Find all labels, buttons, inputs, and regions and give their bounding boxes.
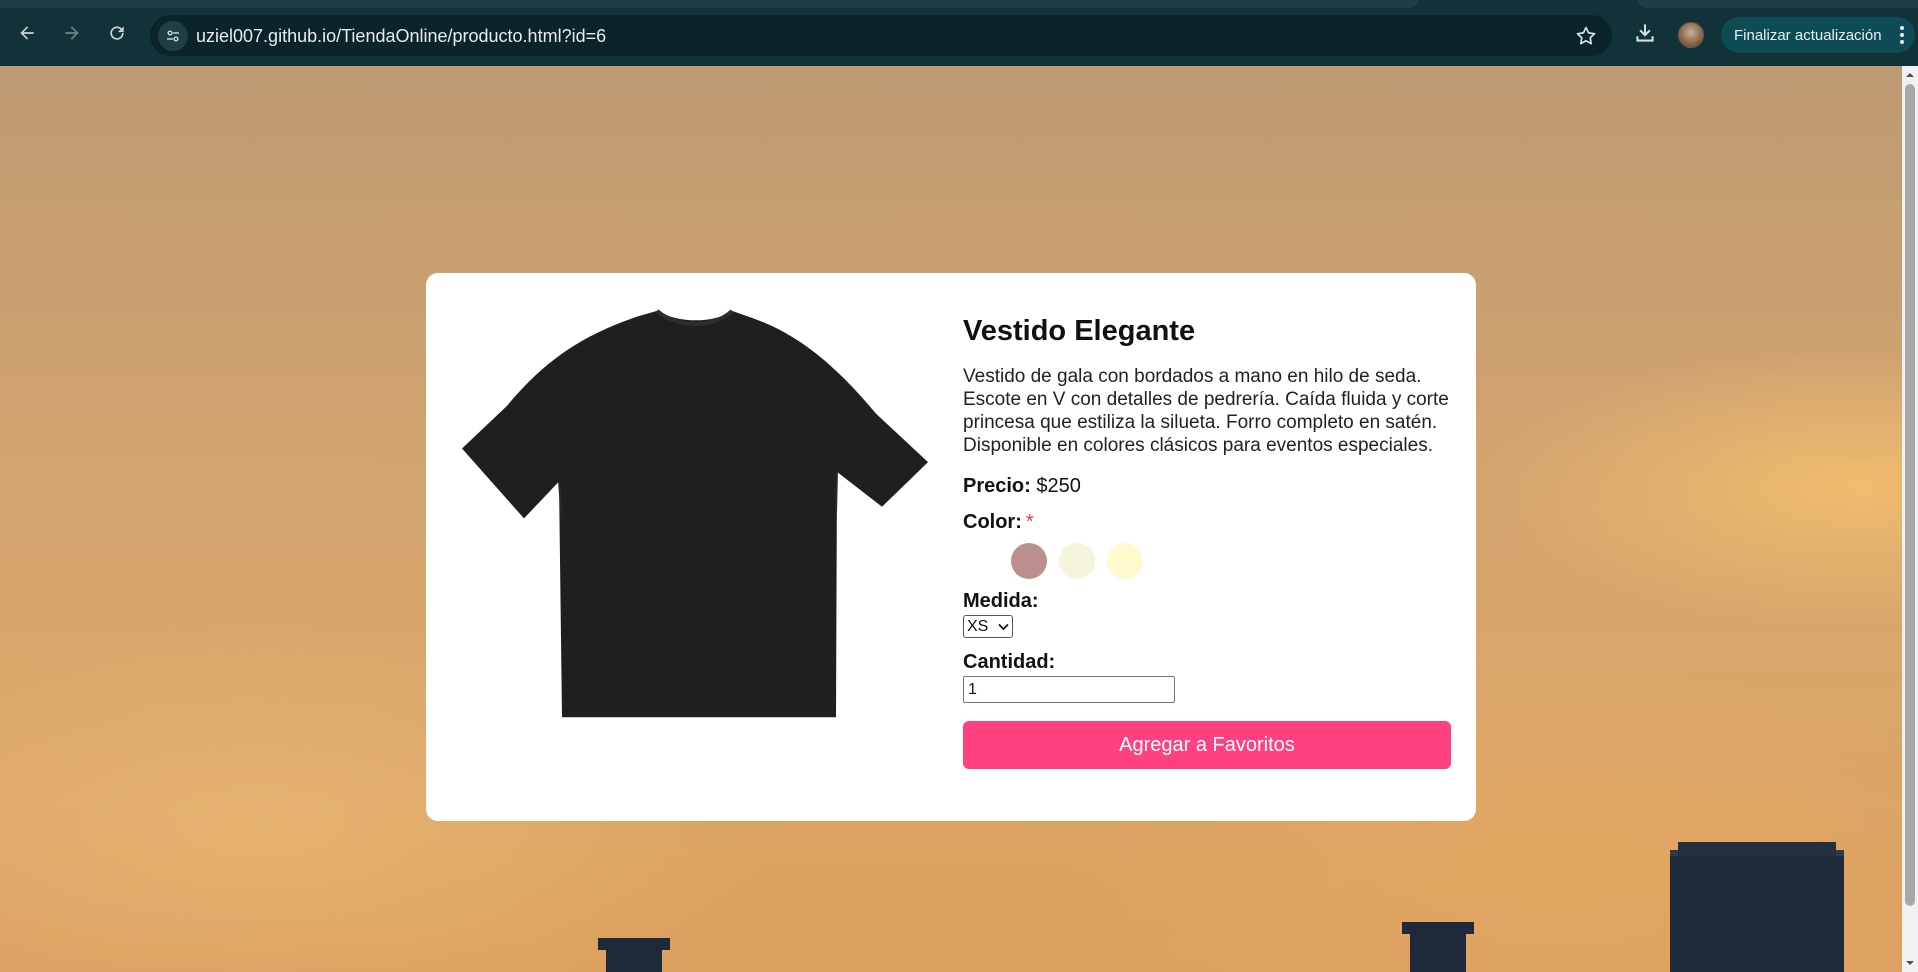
color-swatch-beige[interactable] <box>1059 543 1095 579</box>
required-mark: * <box>1025 511 1034 533</box>
color-swatch-lemonchiffon[interactable] <box>1107 543 1143 579</box>
reload-icon <box>110 26 124 40</box>
profile-avatar[interactable] <box>1678 22 1704 48</box>
product-title: Vestido Elegante <box>963 315 1196 347</box>
download-icon[interactable] <box>1632 20 1658 46</box>
update-button[interactable]: Finalizar actualización <box>1721 17 1915 53</box>
star-icon[interactable] <box>1574 24 1598 48</box>
add-to-favorites-button[interactable]: Agregar a Favoritos <box>963 721 1451 769</box>
background-building <box>1402 922 1474 972</box>
product-description: Vestido de gala con bordados a mano en h… <box>963 366 1449 456</box>
price-value: $250 <box>1036 475 1081 497</box>
color-swatch-rosybrown[interactable] <box>1011 543 1047 579</box>
size-selected-value: XS <box>967 618 989 635</box>
product-card: Vestido Elegante Vestido de gala con bor… <box>426 273 1476 821</box>
scroll-down-icon[interactable] <box>1905 958 1915 968</box>
page-scrollbar[interactable] <box>1902 66 1918 972</box>
browser-toolbar: uziel007.github.io/TiendaOnline/producto… <box>0 0 1918 66</box>
address-bar[interactable]: uziel007.github.io/TiendaOnline/producto… <box>150 15 1612 56</box>
color-swatches <box>963 543 1453 579</box>
arrow-left-icon <box>20 26 34 40</box>
size-label: Medida: <box>963 590 1039 612</box>
tune-icon <box>167 30 179 42</box>
arrow-right-icon <box>65 26 79 40</box>
quantity-label: Cantidad: <box>963 651 1056 673</box>
product-details: Vestido Elegante Vestido de gala con bor… <box>963 313 1453 769</box>
price-label: Precio: <box>963 475 1031 497</box>
url-text[interactable]: uziel007.github.io/TiendaOnline/producto… <box>196 26 606 47</box>
chevron-down-icon <box>998 623 1009 631</box>
product-image <box>462 309 928 718</box>
color-label-text: Color: <box>963 511 1022 533</box>
back-button[interactable] <box>11 17 43 49</box>
scroll-up-icon[interactable] <box>1905 70 1915 80</box>
more-vert-icon[interactable] <box>1899 25 1905 45</box>
site-info-button[interactable] <box>158 21 188 51</box>
scroll-thumb[interactable] <box>1905 84 1915 906</box>
color-swatch-white[interactable] <box>963 543 999 579</box>
product-price: Precio: $250 <box>963 473 1453 499</box>
background-building <box>598 938 670 972</box>
size-select[interactable]: XS <box>963 615 1013 638</box>
color-label: Color: * <box>963 509 1453 535</box>
forward-button[interactable] <box>56 17 88 49</box>
reload-button[interactable] <box>101 17 133 49</box>
background-building <box>1670 842 1844 972</box>
quantity-input[interactable] <box>963 676 1175 703</box>
update-button-label: Finalizar actualización <box>1734 26 1882 44</box>
